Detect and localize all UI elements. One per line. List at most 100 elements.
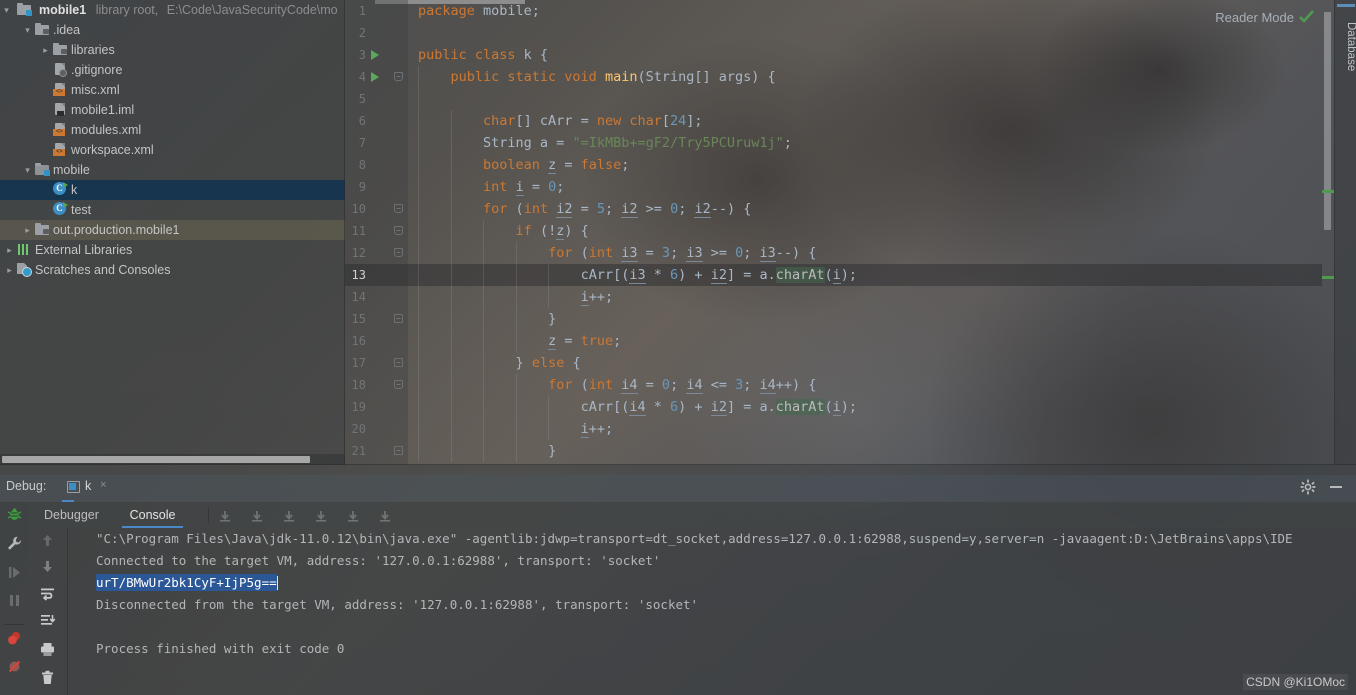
step-into-icon[interactable] <box>250 509 264 522</box>
step-out-icon[interactable] <box>314 509 328 522</box>
code-line-15[interactable]: } <box>408 308 1322 330</box>
console-gutter-toolbar[interactable] <box>28 528 68 695</box>
code-line-13[interactable]: cArr[(i3 * 6) + i2] = a.charAt(i); <box>408 264 1322 286</box>
run-gutter-icon[interactable] <box>371 72 379 82</box>
run-gutter-icon[interactable] <box>371 50 379 60</box>
tree-item-idea[interactable]: .idea <box>0 20 345 40</box>
gutter-line-2[interactable]: 2 <box>345 22 408 44</box>
evaluate-icon[interactable] <box>346 509 360 522</box>
code-line-7[interactable]: String a = "=IkMBb+=gF2/Try5PCUruw1j"; <box>408 132 1322 154</box>
code-fold-icon[interactable] <box>394 204 403 213</box>
code-fold-icon[interactable] <box>394 72 403 81</box>
console-line[interactable]: Connected to the target VM, address: '12… <box>68 550 1350 572</box>
mute-breakpoints-icon[interactable] <box>6 658 23 675</box>
gutter-line-11[interactable]: 11 <box>345 220 408 242</box>
print-icon[interactable] <box>39 641 56 658</box>
code-line-4[interactable]: public static void main(String[] args) { <box>408 66 1322 88</box>
code-line-3[interactable]: public class k { <box>408 44 1322 66</box>
editor-scrollbar[interactable] <box>1322 0 1334 465</box>
console-line[interactable]: "C:\Program Files\Java\jdk-11.0.12\bin\j… <box>68 528 1350 550</box>
tree-item-k[interactable]: k <box>0 180 345 200</box>
console-selected-text[interactable]: urT/BMwUr2bk1CyF+IjP5g== <box>96 574 277 591</box>
debug-side-toolbar[interactable] <box>0 502 28 695</box>
code-line-21[interactable]: } <box>408 440 1322 462</box>
chevron-down-icon[interactable] <box>21 160 34 180</box>
gutter-line-8[interactable]: 8 <box>345 154 408 176</box>
gutter-line-12[interactable]: 12 <box>345 242 408 264</box>
tree-item-scratches-and-consoles[interactable]: Scratches and Consoles <box>0 260 345 280</box>
code-line-8[interactable]: boolean z = false; <box>408 154 1322 176</box>
close-icon[interactable]: × <box>100 479 106 491</box>
bug-icon[interactable] <box>6 506 23 523</box>
code-line-14[interactable]: i++; <box>408 286 1322 308</box>
chevron-right-icon[interactable] <box>3 240 16 260</box>
chevron-down-icon[interactable] <box>21 20 34 40</box>
debug-session-tab[interactable]: k × <box>62 475 106 502</box>
resume-icon[interactable] <box>6 564 23 581</box>
gutter-line-3[interactable]: 3 <box>345 44 408 66</box>
code-line-16[interactable]: z = true; <box>408 330 1322 352</box>
force-step-into-icon[interactable] <box>282 509 296 522</box>
clear-all-icon[interactable] <box>39 669 56 686</box>
console-line[interactable]: Disconnected from the target VM, address… <box>68 594 1350 616</box>
run-to-cursor-icon[interactable] <box>378 509 392 522</box>
scrollbar-marker[interactable] <box>1322 276 1334 279</box>
code-line-11[interactable]: if (!z) { <box>408 220 1322 242</box>
scroll-to-end-icon[interactable] <box>39 612 56 629</box>
gutter-line-18[interactable]: 18 <box>345 374 408 396</box>
gutter-line-20[interactable]: 20 <box>345 418 408 440</box>
chevron-right-icon[interactable] <box>21 220 34 240</box>
scroll-down-icon[interactable] <box>39 558 56 575</box>
gutter-line-5[interactable]: 5 <box>345 88 408 110</box>
code-fold-icon[interactable] <box>394 226 403 235</box>
code-line-20[interactable]: i++; <box>408 418 1322 440</box>
code-fold-icon[interactable] <box>394 380 403 389</box>
tree-row-root[interactable]: mobile1 library root, E:\Code\JavaSecuri… <box>0 0 345 20</box>
debug-tool-window[interactable]: Debug: k × Debugger Console "C:\Program … <box>0 465 1356 695</box>
tree-item-external-libraries[interactable]: External Libraries <box>0 240 345 260</box>
code-line-2[interactable] <box>408 22 1322 44</box>
tree-item-modules-xml[interactable]: <> modules.xml <box>0 120 345 140</box>
gutter-line-7[interactable]: 7 <box>345 132 408 154</box>
scrollbar-marker[interactable] <box>1322 190 1334 193</box>
tree-item-gitignore[interactable]: .gitignore <box>0 60 345 80</box>
editor-gutter[interactable]: 123456789101112131415161718192021 <box>345 0 408 465</box>
gutter-line-1[interactable]: 1 <box>345 0 408 22</box>
minimize-icon[interactable] <box>1330 486 1342 488</box>
gutter-line-6[interactable]: 6 <box>345 110 408 132</box>
tool-window-database[interactable]: Database <box>1335 4 1356 84</box>
scrollbar-thumb[interactable] <box>1324 12 1331 230</box>
console-output[interactable]: "C:\Program Files\Java\jdk-11.0.12\bin\j… <box>68 528 1350 695</box>
gutter-line-13[interactable]: 13 <box>345 264 408 286</box>
code-line-6[interactable]: char[] cArr = new char[24]; <box>408 110 1322 132</box>
code-line-9[interactable]: int i = 0; <box>408 176 1322 198</box>
chevron-down-icon[interactable] <box>0 0 13 20</box>
gutter-line-10[interactable]: 10 <box>345 198 408 220</box>
code-line-17[interactable]: } else { <box>408 352 1322 374</box>
console-line[interactable]: urT/BMwUr2bk1CyF+IjP5g== <box>68 572 1350 594</box>
tree-item-out-production-mobile1[interactable]: out.production.mobile1 <box>0 220 345 240</box>
scroll-up-icon[interactable] <box>39 532 56 549</box>
debug-tab-strip[interactable]: Debugger Console <box>28 502 1356 528</box>
gutter-line-21[interactable]: 21 <box>345 440 408 462</box>
code-line-1[interactable]: package mobile; <box>408 0 1322 22</box>
tree-item-misc-xml[interactable]: <> misc.xml <box>0 80 345 100</box>
gutter-line-4[interactable]: 4 <box>345 66 408 88</box>
console-line[interactable] <box>68 616 1350 638</box>
gutter-line-19[interactable]: 19 <box>345 396 408 418</box>
scrollbar-thumb[interactable] <box>2 456 310 463</box>
tab-console[interactable]: Console <box>121 502 184 528</box>
tree-item-libraries[interactable]: libraries <box>0 40 345 60</box>
inspection-ok-check-icon[interactable] <box>1299 10 1314 24</box>
editor-code-area[interactable]: package mobile; public class k {public st… <box>408 0 1322 465</box>
tree-item-mobile[interactable]: mobile <box>0 160 345 180</box>
tree-item-mobile1-iml[interactable]: mobile1.iml <box>0 100 345 120</box>
gutter-line-16[interactable]: 16 <box>345 330 408 352</box>
code-fold-icon[interactable] <box>394 446 403 455</box>
tab-debugger[interactable]: Debugger <box>36 502 107 528</box>
code-line-5[interactable] <box>408 88 1322 110</box>
breakpoints-icon[interactable] <box>6 630 23 647</box>
soft-wrap-icon[interactable] <box>39 585 56 602</box>
console-line[interactable]: Process finished with exit code 0 <box>68 638 1350 660</box>
gutter-line-15[interactable]: 15 <box>345 308 408 330</box>
